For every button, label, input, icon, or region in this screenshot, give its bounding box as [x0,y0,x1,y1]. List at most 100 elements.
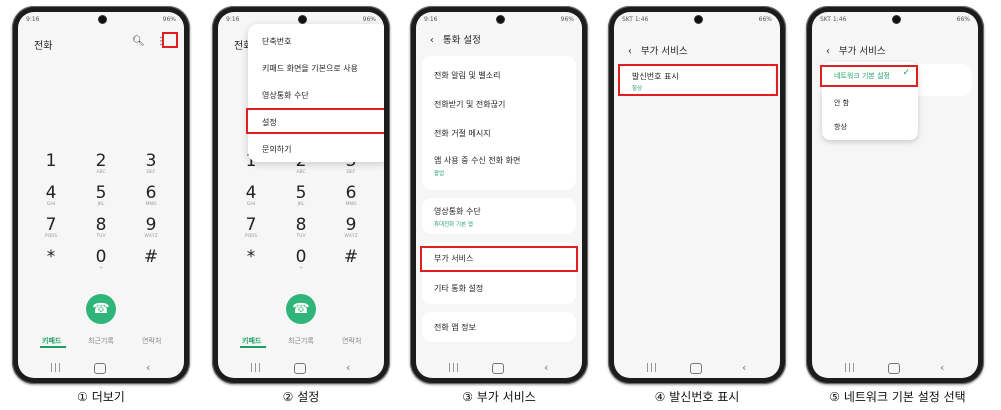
menu-item-speed-dial[interactable]: 단축번호 [262,36,291,47]
status-time: SKT 1:46 [820,16,847,23]
settings-group-1: 전화 알림 및 벨소리 전화받기 및 전화끊기 전화 거절 메시지 앱 사용 중… [422,56,576,190]
back-arrow-icon[interactable]: ‹ [430,35,434,46]
phone-5: SKT 1:46 66% ‹ 부가 서비스 네트워크 기본 설정 ✓ 안 함 항… [806,6,984,384]
highlight-supplementary [420,246,578,272]
back-arrow-icon[interactable]: ‹ [628,46,632,57]
tab-recents[interactable]: 최근기록 [88,336,114,346]
page-title: 통화 설정 [442,35,481,46]
key-star[interactable]: * [231,248,271,266]
setting-incoming-display[interactable]: 앱 사용 중 수신 전화 화면 [434,155,520,166]
status-time: SKT 1:46 [622,16,649,23]
call-button[interactable]: ☎ [286,294,316,324]
key-4[interactable]: 4 GHI [31,184,71,208]
key-3[interactable]: 3DEF [131,152,171,176]
screen-header: ‹ 통화 설정 [430,32,481,46]
key-1[interactable]: 1 [31,152,71,170]
tab-contacts[interactable]: 연락처 [142,336,161,346]
setting-answer-end[interactable]: 전화받기 및 전화끊기 [434,99,505,110]
home-icon[interactable] [888,363,900,374]
caption-1: ① 더보기 [77,390,125,404]
option-never[interactable]: 안 함 [834,98,849,108]
option-always[interactable]: 항상 [834,122,847,132]
key-5[interactable]: 5 JKL [281,184,321,208]
key-7[interactable]: 7 PQRS [31,216,71,240]
highlight-network-default [820,65,918,87]
back-icon[interactable]: ‹ [742,361,746,374]
tab-contacts[interactable]: 연락처 [342,336,361,346]
battery-level: 66% [956,16,970,23]
back-icon[interactable]: ‹ [544,361,548,374]
caption-3: ③ 부가 서비스 [462,390,536,404]
tab-recents[interactable]: 최근기록 [288,336,314,346]
tab-keypad[interactable]: 키패드 [242,336,261,346]
caption-2: ② 설정 [282,390,320,404]
key-0[interactable]: 0 + [281,248,321,272]
key-hash[interactable]: # [331,248,371,266]
phone-3: 9:16 96% ‹ 통화 설정 전화 알림 및 벨소리 전화받기 및 전화끊기… [410,6,588,384]
call-settings-screen: 9:16 96% ‹ 통화 설정 전화 알림 및 벨소리 전화받기 및 전화끊기… [416,12,582,378]
key-star[interactable]: * [31,248,71,266]
caption-4: ④ 발신번호 표시 [654,390,740,404]
battery-level: 96% [162,16,176,23]
page-title: 전화 [34,41,53,52]
recent-apps-icon[interactable]: ||| [50,363,62,373]
dialer-screen: 9:16 96% 전화 🔍︎ ⋮ 1 2 ABC 3 DEF 4 GHI 5 JKL 6… [18,12,184,378]
recent-apps-icon[interactable]: ||| [448,363,460,373]
settings-group-2: 영상통화 수단 휴대전화 기본 앱 [422,198,576,234]
recent-apps-icon[interactable]: ||| [844,363,856,373]
search-icon[interactable]: 🔍︎ [132,36,145,47]
battery-level: 96% [560,16,574,23]
front-camera [98,15,107,24]
key-2[interactable]: 2ABC [81,152,121,176]
home-icon[interactable] [690,363,702,374]
highlight-caller-id [618,64,778,96]
key-8[interactable]: 8 TUV [281,216,321,240]
setting-reject-messages[interactable]: 전화 거절 메시지 [434,128,491,139]
key-9[interactable]: 9 WXYZ [331,216,371,240]
recent-apps-icon[interactable]: ||| [646,363,658,373]
setting-ringtone[interactable]: 전화 알림 및 벨소리 [434,70,501,81]
setting-app-info[interactable]: 전화 앱 정보 [434,322,476,333]
setting-video-call[interactable]: 영상통화 수단 [434,206,481,217]
key-0[interactable]: 0 + [81,248,121,272]
key-hash[interactable]: # [131,248,171,266]
key-6[interactable]: 6 MNO [131,184,171,208]
recent-apps-icon[interactable]: ||| [250,363,262,373]
caption-5: ⑤ 네트워크 기본 설정 선택 [829,390,966,404]
key-7[interactable]: 7 PQRS [231,216,271,240]
home-icon[interactable] [294,363,306,374]
front-camera [298,15,307,24]
screen-header: ‹ 부가 서비스 [826,43,886,57]
setting-other-call[interactable]: 기타 통화 설정 [434,283,483,294]
nav-bar: ||| ‹ [812,356,978,378]
highlight-more [162,32,178,48]
call-button[interactable]: ☎ [86,294,116,324]
status-time: 9:16 [26,16,40,23]
key-4[interactable]: 4 GHI [231,184,271,208]
phone-4: SKT 1:46 66% ‹ 부가 서비스 발신번호 표시 항상 ||| ‹ [608,6,786,384]
battery-level: 96% [362,16,376,23]
back-icon[interactable]: ‹ [346,361,350,374]
menu-item-contact-us[interactable]: 문의하기 [262,144,291,155]
home-icon[interactable] [492,363,504,374]
back-arrow-icon[interactable]: ‹ [826,46,830,57]
nav-bar: ||| ‹ [18,356,184,378]
screen-header: ‹ 부가 서비스 [628,43,688,57]
menu-item-video-call[interactable]: 영상통화 수단 [262,90,309,101]
key-8[interactable]: 8 TUV [81,216,121,240]
caller-id-options-screen: SKT 1:46 66% ‹ 부가 서비스 네트워크 기본 설정 ✓ 안 함 항… [812,12,978,378]
settings-group-4: 전화 앱 정보 [422,312,576,342]
home-icon[interactable] [94,363,106,374]
menu-screen: 9:16 96% 전화 1 2ABC 3DEF 4GHI 5JKL 6MNO 7… [218,12,384,378]
back-icon[interactable]: ‹ [146,361,150,374]
key-6[interactable]: 6 MNO [331,184,371,208]
key-5[interactable]: 5 JKL [81,184,121,208]
front-camera [694,15,703,24]
back-icon[interactable]: ‹ [940,361,944,374]
phone-icon: ☎ [292,301,310,317]
nav-bar: ||| ‹ [416,356,582,378]
tab-keypad[interactable]: 키패드 [42,336,61,346]
status-time: 9:16 [424,16,438,23]
key-9[interactable]: 9 WXYZ [131,216,171,240]
menu-item-keypad-default[interactable]: 키패드 화면을 기본으로 사용 [262,63,358,74]
